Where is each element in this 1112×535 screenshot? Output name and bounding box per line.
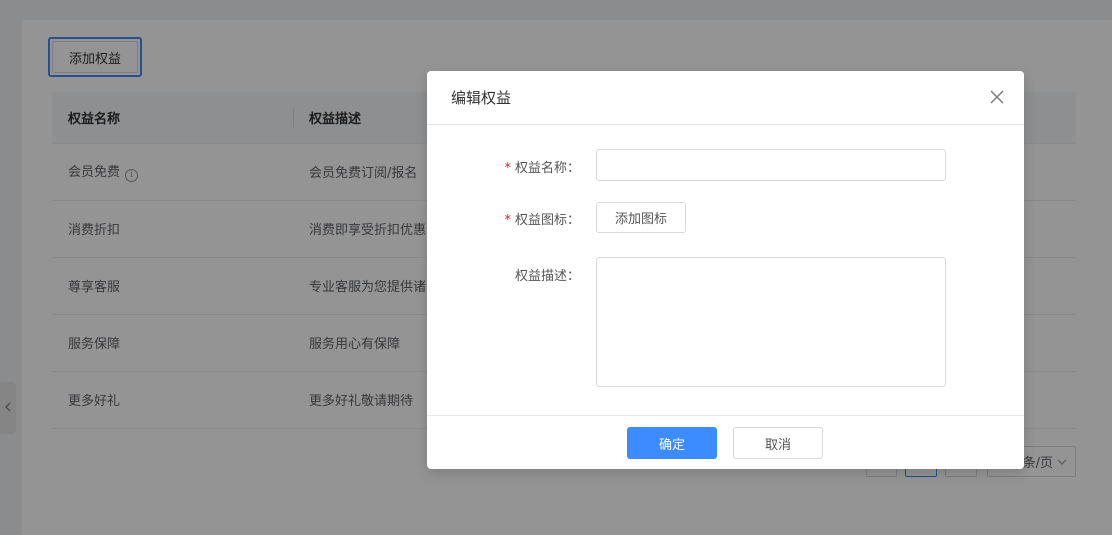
right-description-textarea[interactable] bbox=[596, 257, 946, 387]
description-label: 权益描述： bbox=[514, 269, 580, 284]
required-mark: * bbox=[504, 213, 511, 228]
right-name-input[interactable] bbox=[596, 149, 946, 181]
icon-label: * 权益图标： bbox=[504, 213, 580, 228]
edit-right-dialog: 编辑权益 * 权益名称： * 权益图标： 添加图标 权益描述： 确定 取消 bbox=[427, 71, 1024, 469]
close-icon[interactable] bbox=[990, 90, 1004, 104]
add-icon-button[interactable]: 添加图标 bbox=[596, 202, 686, 233]
required-mark: * bbox=[504, 161, 511, 176]
name-label: * 权益名称： bbox=[504, 161, 580, 176]
dialog-header: 编辑权益 bbox=[427, 71, 1024, 125]
confirm-button[interactable]: 确定 bbox=[627, 427, 717, 459]
dialog-title: 编辑权益 bbox=[451, 89, 512, 107]
dialog-footer: 确定 取消 bbox=[427, 415, 1024, 469]
cancel-button[interactable]: 取消 bbox=[733, 427, 823, 459]
